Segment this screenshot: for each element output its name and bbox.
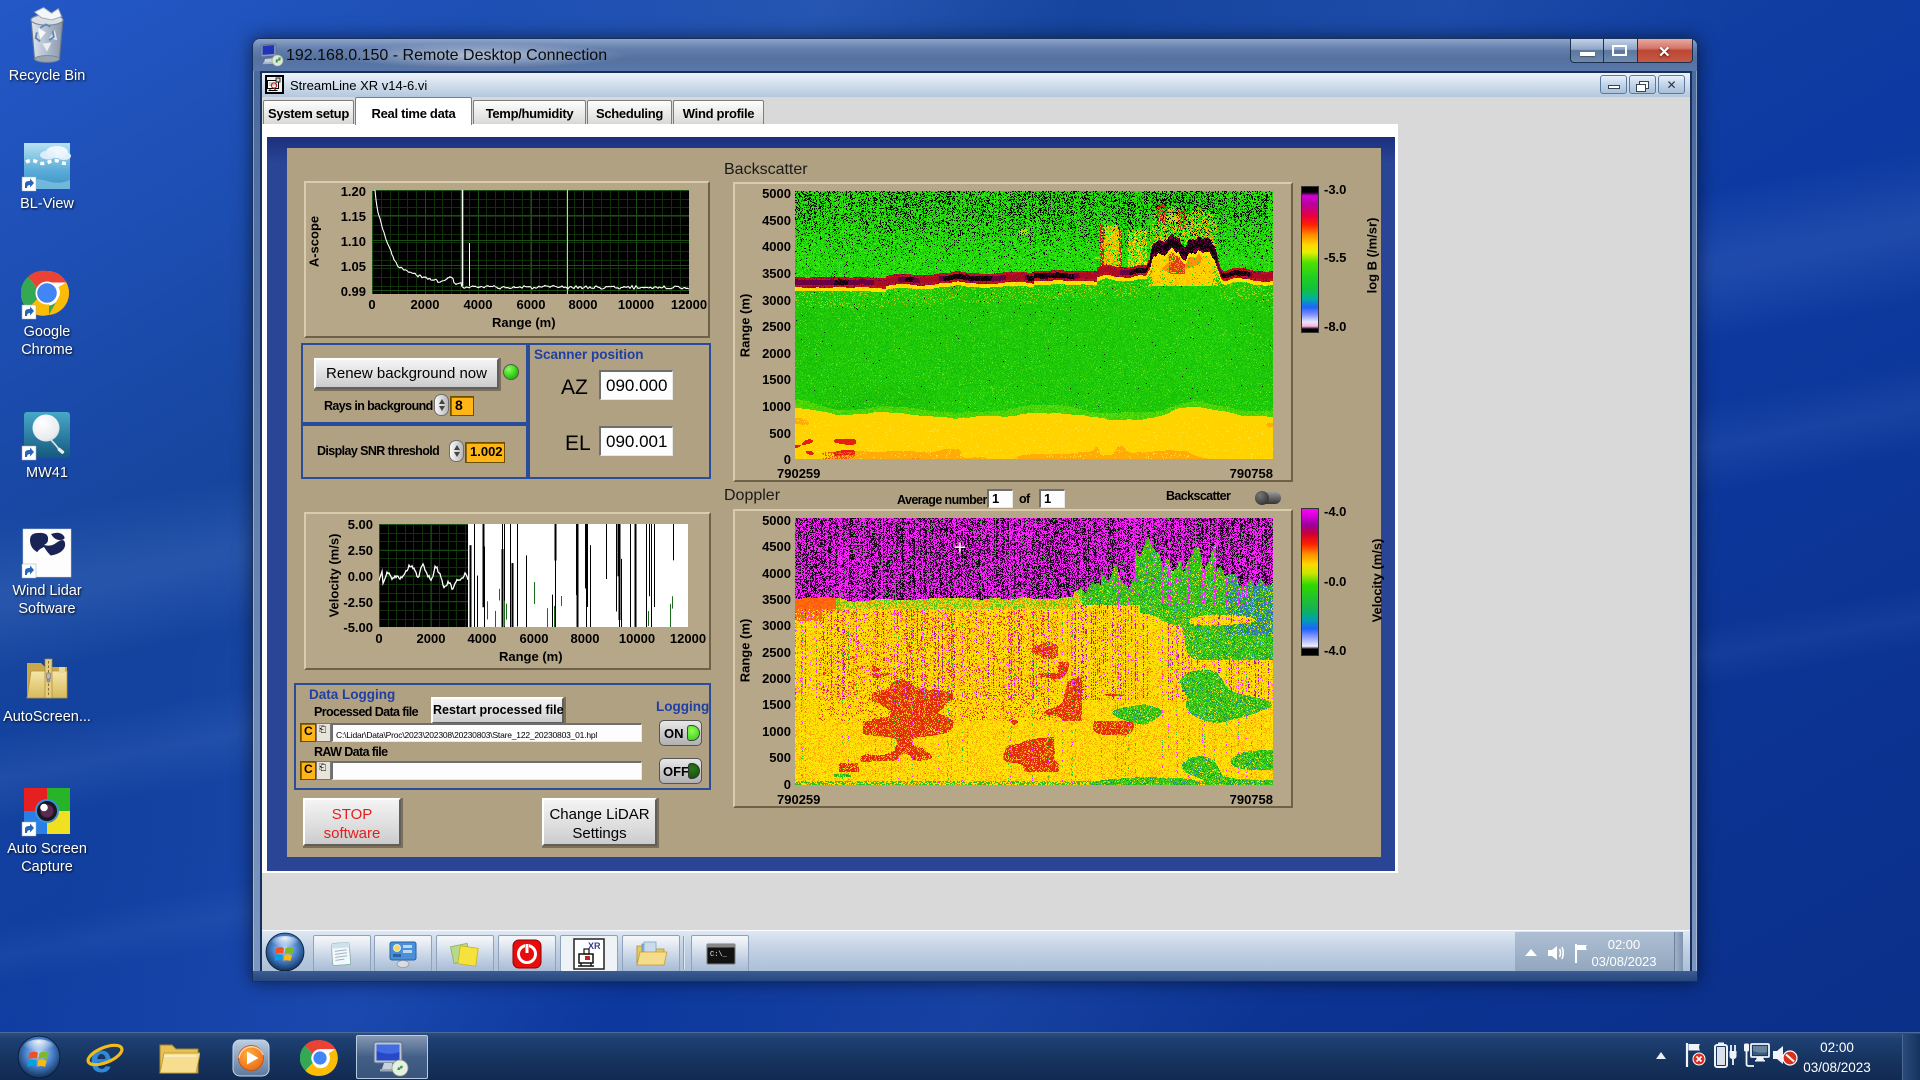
svg-text:C:\_: C:\_ <box>710 951 728 959</box>
svg-text:e: e <box>90 1038 112 1078</box>
svg-text:XR: XR <box>588 941 601 951</box>
